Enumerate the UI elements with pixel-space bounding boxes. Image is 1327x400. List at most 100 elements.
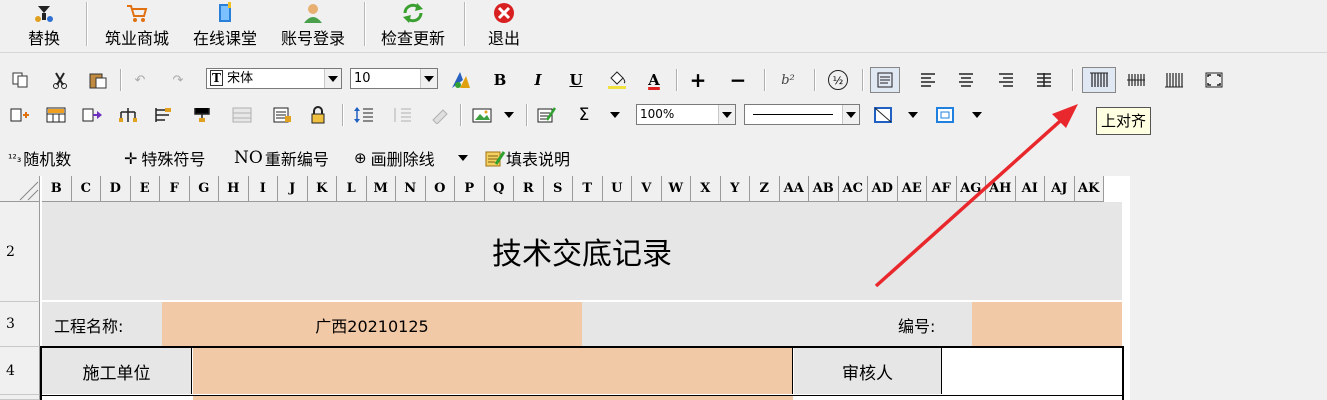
tree-icon[interactable]: [114, 103, 142, 127]
redo-icon[interactable]: ↷: [166, 68, 190, 92]
paste-icon[interactable]: [84, 68, 112, 92]
column-header[interactable]: L: [337, 176, 367, 202]
column-header[interactable]: B: [42, 176, 72, 202]
para-spacing-disabled-icon[interactable]: [388, 103, 416, 127]
chevron-down-icon[interactable]: [606, 103, 624, 127]
project-name-input[interactable]: 广西20210125: [162, 302, 582, 347]
replace-button[interactable]: 替换: [24, 0, 64, 50]
column-header[interactable]: I: [248, 176, 278, 202]
merge-cells-icon[interactable]: [42, 103, 70, 127]
column-header[interactable]: F: [160, 176, 190, 202]
row-header[interactable]: 3: [0, 302, 40, 347]
column-header[interactable]: M: [366, 176, 396, 202]
superscript-button[interactable]: b²: [774, 68, 802, 92]
fill-color-icon[interactable]: [604, 68, 630, 92]
column-header[interactable]: N: [396, 176, 426, 202]
number-input[interactable]: [972, 302, 1122, 347]
print-area-icon[interactable]: [268, 103, 296, 127]
fill-help-button[interactable]: 填表说明: [484, 141, 570, 175]
column-header[interactable]: H: [219, 176, 249, 202]
increase-button[interactable]: +: [686, 68, 710, 92]
column-header[interactable]: P: [455, 176, 485, 202]
align-justify-icon[interactable]: [1032, 68, 1056, 92]
special-symbol-button[interactable]: ✛ 特殊符号: [124, 141, 205, 175]
row-header[interactable]: [0, 395, 40, 400]
chevron-down-icon[interactable]: [324, 69, 341, 88]
font-color-button[interactable]: A: [642, 68, 666, 92]
grid-disabled-icon[interactable]: [228, 103, 256, 127]
zoom-select[interactable]: 100%: [636, 104, 736, 125]
online-class-button[interactable]: 在线课堂: [186, 0, 264, 50]
text-wrap-icon[interactable]: [870, 67, 900, 93]
sum-button[interactable]: Σ: [572, 103, 596, 127]
chevron-down-icon[interactable]: [842, 105, 859, 124]
column-header[interactable]: U: [602, 176, 632, 202]
line-style-select[interactable]: [744, 104, 860, 125]
insert-image-icon[interactable]: [468, 103, 496, 127]
column-header[interactable]: E: [130, 176, 160, 202]
column-header[interactable]: V: [632, 176, 662, 202]
select-all-corner[interactable]: [0, 176, 40, 202]
random-number-button[interactable]: ¹²₃ 随机数: [8, 141, 71, 175]
strikethrough-dropdown[interactable]: [458, 141, 468, 175]
line-spacing-icon[interactable]: [350, 103, 378, 127]
construction-unit-input[interactable]: [193, 348, 793, 394]
check-update-button[interactable]: 检查更新: [374, 0, 452, 50]
random-number-icon: ¹²₃: [8, 151, 22, 165]
align-center-icon[interactable]: [954, 68, 978, 92]
column-header[interactable]: AB: [809, 176, 839, 202]
row-layout-icon[interactable]: [150, 103, 178, 127]
column-header[interactable]: Z: [750, 176, 780, 202]
align-top-icon[interactable]: [1082, 67, 1116, 93]
column-header[interactable]: C: [71, 176, 101, 202]
column-header[interactable]: AA: [779, 176, 809, 202]
copy-format-icon[interactable]: [8, 68, 32, 92]
column-header[interactable]: O: [425, 176, 455, 202]
column-header[interactable]: J: [278, 176, 308, 202]
lock-icon[interactable]: [304, 103, 332, 127]
undo-icon[interactable]: ↶: [128, 68, 152, 92]
insert-column-icon[interactable]: [6, 103, 34, 127]
row-header[interactable]: 4: [0, 347, 40, 395]
format-painter-disabled-icon[interactable]: [426, 103, 454, 127]
column-header[interactable]: Q: [484, 176, 514, 202]
column-header[interactable]: R: [514, 176, 544, 202]
font-size-select[interactable]: 10: [350, 68, 438, 89]
align-right-icon[interactable]: [994, 68, 1018, 92]
column-header[interactable]: W: [661, 176, 691, 202]
align-left-icon[interactable]: [916, 68, 940, 92]
cut-icon[interactable]: [48, 68, 72, 92]
underline-button[interactable]: U: [564, 68, 588, 92]
fullscreen-icon[interactable]: [1200, 68, 1228, 92]
decrease-button[interactable]: −: [726, 68, 750, 92]
chevron-down-icon[interactable]: [500, 103, 518, 127]
blank-cell[interactable]: [582, 302, 882, 347]
chevron-down-icon[interactable]: [420, 69, 437, 88]
column-header[interactable]: D: [101, 176, 131, 202]
font-name-select[interactable]: T 宋体: [206, 68, 342, 89]
formula-edit-icon[interactable]: [532, 103, 560, 127]
column-header[interactable]: Y: [720, 176, 750, 202]
strikethrough-button[interactable]: ⊕ 画删除线: [354, 141, 435, 175]
italic-button[interactable]: I: [526, 68, 550, 92]
user-icon: [301, 0, 325, 24]
distribute-icon[interactable]: [188, 103, 216, 127]
bold-button[interactable]: B: [488, 68, 512, 92]
login-button[interactable]: 账号登录: [274, 0, 352, 50]
reviewer-input[interactable]: [943, 348, 1122, 394]
align-middle-icon[interactable]: [1122, 68, 1150, 92]
row-header[interactable]: 2: [0, 202, 40, 302]
fraction-button[interactable]: ½: [824, 68, 852, 92]
exit-button[interactable]: 退出: [484, 0, 524, 50]
column-header[interactable]: T: [573, 176, 603, 202]
column-header[interactable]: K: [307, 176, 337, 202]
style-icon[interactable]: [448, 68, 474, 92]
split-cells-icon[interactable]: [78, 103, 106, 127]
chevron-down-icon[interactable]: [718, 105, 735, 124]
column-header[interactable]: S: [543, 176, 573, 202]
renumber-button[interactable]: NO 重新编号: [234, 141, 329, 175]
column-header[interactable]: G: [189, 176, 219, 202]
column-header[interactable]: X: [691, 176, 721, 202]
shop-button[interactable]: 筑业商城: [98, 0, 176, 50]
align-bottom-icon[interactable]: [1160, 68, 1188, 92]
